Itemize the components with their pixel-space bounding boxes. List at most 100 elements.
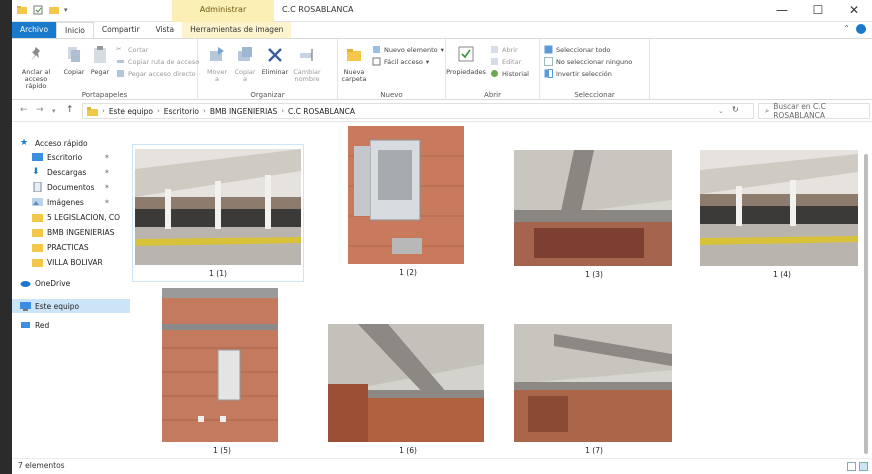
file-view: 1 (1) 1 (2) 1 (3) 1 (4) 1 (5) 1 (6) 1 (7… xyxy=(132,124,872,458)
breadcrumb-bmb-ingenierias[interactable]: BMB INGENIERIAS xyxy=(210,107,277,116)
dropdown-arrow-icon: ▾ xyxy=(440,45,444,54)
ribbon: Anclar al acceso rápido Copiar Pegar ✂ Co… xyxy=(12,38,872,101)
tab-inicio[interactable]: Inicio xyxy=(56,22,94,38)
nav-item-5-legislacion[interactable]: 5 LEGISLACION, CO xyxy=(32,212,120,222)
vertical-scrollbar[interactable] xyxy=(860,124,872,458)
file-tile-1-1[interactable]: 1 (1) xyxy=(132,144,304,282)
file-name: 1 (4) xyxy=(773,270,791,279)
address-box[interactable]: › Este equipo › Escritorio › BMB INGENIE… xyxy=(82,103,754,119)
new-folder-icon[interactable] xyxy=(48,4,60,16)
file-explorer-window: ▾ Administrar C.C ROSABLANCA — ☐ ✕ Archi… xyxy=(12,0,872,474)
large-icons-view-icon[interactable] xyxy=(859,462,868,471)
context-tab-group-label: Administrar xyxy=(172,0,274,22)
pin-quick-access-button[interactable]: Anclar al acceso rápido xyxy=(16,45,56,90)
delete-button[interactable]: Eliminar xyxy=(260,45,290,76)
tab-archivo[interactable]: Archivo xyxy=(12,22,57,38)
window-title: C.C ROSABLANCA xyxy=(282,5,354,14)
forward-arrow-icon[interactable]: → xyxy=(36,105,44,115)
copy-button[interactable]: Copiar xyxy=(62,45,86,76)
folder-icon xyxy=(32,214,43,222)
shortcut-icon xyxy=(117,70,124,77)
nav-network[interactable]: Red xyxy=(20,320,49,330)
close-button[interactable]: ✕ xyxy=(836,0,872,22)
select-all-button[interactable]: Seleccionar todo xyxy=(544,45,610,54)
paste-shortcut-button[interactable]: Pegar acceso directo xyxy=(116,69,196,78)
pin-icon: ✶ xyxy=(104,198,110,206)
recent-locations-icon[interactable]: ▾ xyxy=(52,107,56,115)
photo-corridor-icon xyxy=(135,149,301,265)
nav-item-villa-bolivar[interactable]: VILLA BOLIVAR xyxy=(32,257,103,267)
breadcrumb-cc-rosablanca[interactable]: C.C ROSABLANCA xyxy=(288,107,355,116)
properties-icon[interactable] xyxy=(32,4,44,16)
folder-icon xyxy=(32,244,43,252)
search-input[interactable]: ⌕ Buscar en C.C ROSABLANCA xyxy=(758,102,870,120)
tab-vista[interactable]: Vista xyxy=(148,22,183,38)
copy-to-button[interactable]: Copiar a xyxy=(232,45,258,83)
search-placeholder: Buscar en C.C ROSABLANCA xyxy=(773,102,826,120)
open-icon xyxy=(491,46,498,53)
minimize-button[interactable]: — xyxy=(764,0,800,22)
breadcrumb-escritorio[interactable]: Escritorio xyxy=(164,107,199,116)
copy-path-button[interactable]: Copiar ruta de acceso xyxy=(116,57,199,66)
new-folder-button[interactable]: Nueva carpeta xyxy=(340,45,368,83)
group-label-seleccionar: Seleccionar xyxy=(574,91,615,99)
rename-button[interactable]: Cambiar nombre xyxy=(292,45,322,83)
paste-button[interactable]: Pegar xyxy=(88,45,112,76)
breadcrumb-este-equipo[interactable]: Este equipo xyxy=(109,107,153,116)
history-button[interactable]: Historial xyxy=(490,69,529,78)
breadcrumb-separator: › xyxy=(156,107,160,115)
up-arrow-icon[interactable]: ↑ xyxy=(66,105,74,115)
collapse-ribbon-icon[interactable]: ⌃ xyxy=(843,24,850,33)
file-tile-1-5[interactable]: 1 (5) xyxy=(136,286,308,458)
document-icon xyxy=(33,182,42,192)
rename-icon xyxy=(300,49,313,61)
edit-button[interactable]: Editar xyxy=(490,57,521,66)
new-item-button[interactable]: Nuevo elemento ▾ xyxy=(372,45,444,54)
easy-access-button[interactable]: Fácil acceso ▾ xyxy=(372,57,429,66)
cut-button[interactable]: ✂ Cortar xyxy=(116,45,148,54)
properties-button[interactable]: Propiedades xyxy=(446,45,486,76)
maximize-button[interactable]: ☐ xyxy=(800,0,836,22)
address-dropdown-icon[interactable]: ⌄ xyxy=(718,107,724,115)
nav-item-bmb-ingenierias[interactable]: BMB INGENIERIAS xyxy=(32,227,114,237)
nav-this-pc[interactable]: Este equipo xyxy=(12,299,130,313)
move-to-button[interactable]: Mover a xyxy=(204,45,230,83)
invert-selection-button[interactable]: Invertir selección xyxy=(544,69,612,78)
open-button[interactable]: Abrir xyxy=(490,45,518,54)
address-bar-row: ← → ▾ ↑ › Este equipo › Escritorio › BMB… xyxy=(12,100,872,122)
nav-item-imagenes[interactable]: Imágenes xyxy=(32,197,84,207)
file-tile-1-4[interactable]: 1 (4) xyxy=(696,148,868,282)
image-thumbnail xyxy=(348,126,464,264)
nav-onedrive[interactable]: OneDrive xyxy=(20,278,70,288)
file-tile-1-3[interactable]: 1 (3) xyxy=(508,148,680,282)
file-tile-1-2[interactable]: 1 (2) xyxy=(322,124,494,282)
refresh-icon[interactable]: ↻ xyxy=(732,105,739,114)
file-tile-1-7[interactable]: 1 (7) xyxy=(508,322,680,458)
nav-item-practicas[interactable]: PRACTICAS xyxy=(32,242,89,252)
computer-icon xyxy=(20,302,31,311)
nav-item-escritorio[interactable]: Escritorio xyxy=(32,152,82,162)
nav-item-descargas[interactable]: ⬇ Descargas xyxy=(32,167,86,177)
customize-quick-access-icon[interactable]: ▾ xyxy=(64,6,68,14)
paste-icon xyxy=(94,46,106,63)
new-folder-icon xyxy=(347,49,361,61)
file-name: 1 (5) xyxy=(213,446,231,455)
photo-electrical-panel-icon xyxy=(348,126,464,264)
nav-item-documentos[interactable]: Documentos xyxy=(32,182,94,192)
image-thumbnail xyxy=(514,324,672,442)
scrollbar-thumb[interactable] xyxy=(864,154,868,454)
select-none-button[interactable]: No seleccionar ninguno xyxy=(544,57,632,66)
tab-herramientas-de-imagen[interactable]: Herramientas de imagen xyxy=(182,22,292,38)
help-icon[interactable] xyxy=(856,24,866,34)
select-all-icon xyxy=(544,45,553,54)
copy-to-icon xyxy=(238,47,252,61)
back-arrow-icon[interactable]: ← xyxy=(20,105,28,115)
tab-compartir[interactable]: Compartir xyxy=(94,22,148,38)
folder-icon xyxy=(17,6,27,14)
select-none-icon xyxy=(544,57,553,66)
details-view-icon[interactable] xyxy=(847,462,856,471)
file-tile-1-6[interactable]: 1 (6) xyxy=(322,322,494,458)
view-switcher xyxy=(847,462,868,471)
nav-quick-access[interactable]: ★ Acceso rápido xyxy=(20,138,88,148)
folder-icon xyxy=(87,106,98,116)
